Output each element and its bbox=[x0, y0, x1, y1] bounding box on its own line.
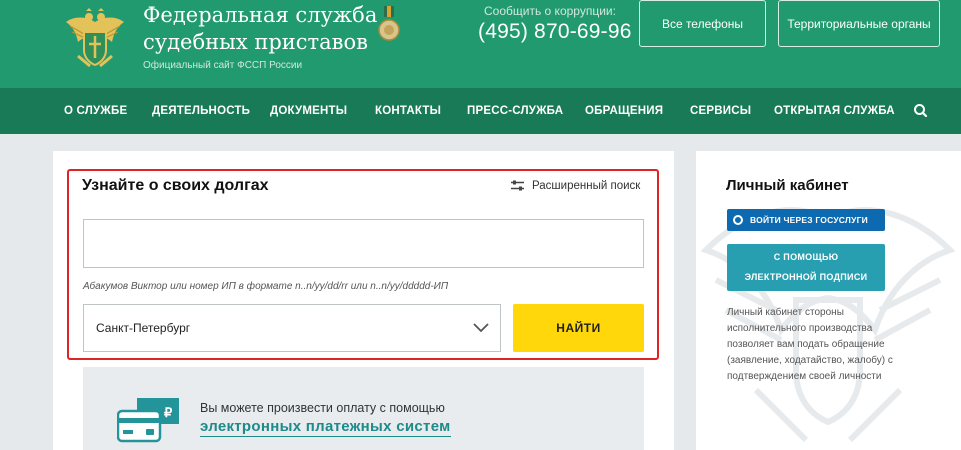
region-select[interactable]: Санкт-Петербург bbox=[83, 304, 501, 352]
debtor-search-input[interactable] bbox=[83, 219, 644, 268]
nav-item-activity[interactable]: ДЕЯТЕЛЬНОСТЬ bbox=[152, 88, 250, 134]
search-hint: Абакумов Виктор или номер ИП в формате n… bbox=[83, 281, 449, 292]
sliders-icon bbox=[511, 180, 524, 191]
main-nav: О СЛУЖБЕ ДЕЯТЕЛЬНОСТЬ ДОКУМЕНТЫ КОНТАКТЫ… bbox=[0, 88, 961, 134]
nav-item-open-service[interactable]: ОТКРЫТАЯ СЛУЖБА bbox=[774, 88, 895, 134]
corruption-phone[interactable]: (495) 870-69-96 bbox=[478, 20, 632, 44]
corruption-label: Сообщить о коррупции: bbox=[484, 4, 616, 18]
svg-text:₽: ₽ bbox=[164, 405, 173, 420]
territorial-bodies-button[interactable]: Территориальные органы bbox=[778, 0, 940, 47]
advanced-search-link[interactable]: Расширенный поиск bbox=[510, 179, 640, 192]
cabinet-title: Личный кабинет bbox=[726, 177, 849, 194]
site-title-line2: судебных приставов bbox=[143, 30, 368, 54]
nav-item-about[interactable]: О СЛУЖБЕ bbox=[64, 88, 127, 134]
nav-item-appeals[interactable]: ОБРАЩЕНИЯ bbox=[585, 88, 663, 134]
nav-item-contacts[interactable]: КОНТАКТЫ bbox=[375, 88, 441, 134]
search-title: Узнайте о своих долгах bbox=[82, 177, 269, 194]
payment-systems-link[interactable]: электронных платежных систем bbox=[200, 417, 451, 437]
advanced-search-label: Расширенный поиск bbox=[532, 179, 641, 192]
gosuslugi-login-button[interactable]: ВОЙТИ ЧЕРЕЗ ГОСУСЛУГИ bbox=[727, 209, 885, 231]
nav-item-press[interactable]: ПРЕСС-СЛУЖБА bbox=[467, 88, 563, 134]
fssp-emblem-logo[interactable] bbox=[64, 8, 126, 70]
nav-item-documents[interactable]: ДОКУМЕНТЫ bbox=[270, 88, 347, 134]
find-button[interactable]: НАЙТИ bbox=[513, 304, 644, 352]
search-icon[interactable] bbox=[912, 102, 930, 120]
gosuslugi-ring-icon bbox=[733, 215, 743, 225]
e-signature-label-line1: С ПОМОЩЬЮ bbox=[773, 252, 839, 262]
site-title-line1: Федеральная служба bbox=[143, 3, 378, 27]
all-phones-button[interactable]: Все телефоны bbox=[639, 0, 766, 47]
medal-icon bbox=[378, 6, 400, 41]
card-ruble-icon: ₽ bbox=[117, 398, 179, 443]
cabinet-description: Личный кабинет стороны исполнительного п… bbox=[727, 307, 893, 382]
region-select-value: Санкт-Петербург bbox=[96, 321, 191, 335]
nav-item-services[interactable]: СЕРВИСЫ bbox=[690, 88, 751, 134]
chevron-down-icon bbox=[473, 323, 489, 333]
gosuslugi-label: ВОЙТИ ЧЕРЕЗ ГОСУСЛУГИ bbox=[750, 215, 868, 225]
site-title[interactable]: Федеральная служба судебных приставов bbox=[143, 2, 377, 56]
e-signature-login-button[interactable]: С ПОМОЩЬЮ ЭЛЕКТРОННОЙ ПОДПИСИ bbox=[727, 244, 885, 291]
e-signature-label-line2: ЭЛЕКТРОННОЙ ПОДПИСИ bbox=[744, 272, 868, 282]
site-header: Федеральная служба судебных приставов Оф… bbox=[0, 0, 961, 88]
payment-text: Вы можете произвести оплату с помощью bbox=[200, 401, 445, 415]
site-subtitle: Официальный сайт ФССП России bbox=[143, 60, 303, 71]
